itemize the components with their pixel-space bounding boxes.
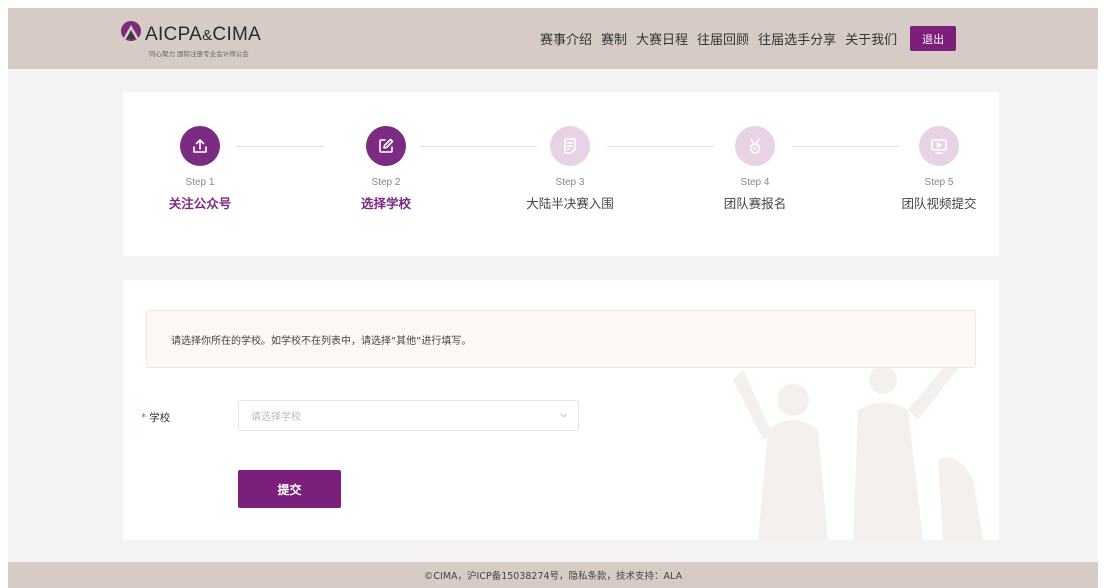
step-3-number: Step 3 bbox=[555, 177, 585, 188]
step-3: Step 3 大陆半决赛入围 bbox=[510, 126, 630, 212]
step-2-label: 选择学校 bbox=[360, 196, 411, 211]
nav-item-format[interactable]: 赛制 bbox=[601, 29, 627, 48]
edit-icon bbox=[366, 126, 406, 166]
step-4-label: 团队赛报名 bbox=[723, 196, 787, 211]
page-frame: AICPA&CIMA 同心聚力 国际注册专业会计师公会 赛事介绍 赛制 大赛日程… bbox=[8, 8, 1098, 588]
step-2-number: Step 2 bbox=[371, 177, 401, 188]
step-1-label: 关注公众号 bbox=[168, 196, 232, 211]
main-nav: 赛事介绍 赛制 大赛日程 往届回顾 往届选手分享 关于我们 退出 bbox=[540, 26, 957, 51]
nav-item-review[interactable]: 往届回顾 bbox=[697, 29, 749, 48]
school-select-placeholder: 请选择学校 bbox=[251, 412, 301, 423]
top-header: AICPA&CIMA 同心聚力 国际注册专业会计师公会 赛事介绍 赛制 大赛日程… bbox=[8, 8, 1098, 69]
upload-icon bbox=[180, 126, 220, 166]
brand-logo[interactable]: AICPA&CIMA 同心聚力 国际注册专业会计师公会 bbox=[120, 20, 320, 60]
step-3-label: 大陆半决赛入围 bbox=[526, 196, 614, 211]
school-notice: 请选择你所在的学校。如学校不在列表中，请选择“其他”进行填写。 bbox=[146, 310, 976, 368]
nav-item-past-players[interactable]: 往届选手分享 bbox=[758, 29, 836, 48]
step-2: Step 2 选择学校 bbox=[326, 126, 446, 212]
nav-item-intro[interactable]: 赛事介绍 bbox=[540, 29, 592, 48]
svg-text:84: 84 bbox=[752, 146, 758, 151]
step-1-number: Step 1 bbox=[185, 177, 215, 188]
video-icon bbox=[919, 126, 959, 166]
step-4: 84 Step 4 团队赛报名 bbox=[695, 126, 815, 212]
medal-icon: 84 bbox=[735, 126, 775, 166]
steps-card: Step 1 关注公众号 Step 2 选择学校 Step 3 大陆半决赛入围 bbox=[123, 92, 999, 256]
document-icon bbox=[550, 126, 590, 166]
school-field-label: * 学校 bbox=[141, 410, 170, 425]
submit-button[interactable]: 提交 bbox=[238, 470, 341, 508]
required-mark: * bbox=[141, 412, 147, 424]
logo-mark-icon bbox=[121, 21, 141, 41]
step-5: Step 5 团队视频提交 bbox=[879, 126, 999, 212]
brand-name: AICPA&CIMA bbox=[145, 24, 262, 45]
chevron-down-icon bbox=[560, 413, 567, 418]
school-form-card: 请选择你所在的学校。如学校不在列表中，请选择“其他”进行填写。 * 学校 请选择学… bbox=[123, 280, 999, 540]
school-select[interactable]: 请选择学校 bbox=[238, 400, 579, 431]
school-label-text: 学校 bbox=[149, 412, 171, 424]
footer-text: ©CIMA，沪ICP备15038274号，隐私条款，技术支持：ALA bbox=[423, 571, 683, 582]
logout-button[interactable]: 退出 bbox=[910, 26, 957, 51]
nav-item-about[interactable]: 关于我们 bbox=[845, 29, 897, 48]
brand-tagline: 同心聚力 国际注册专业会计师公会 bbox=[149, 50, 249, 58]
page-footer: ©CIMA，沪ICP备15038274号，隐私条款，技术支持：ALA bbox=[8, 562, 1098, 588]
step-4-number: Step 4 bbox=[740, 177, 770, 188]
step-1: Step 1 关注公众号 bbox=[140, 126, 260, 212]
nav-item-schedule[interactable]: 大赛日程 bbox=[636, 29, 688, 48]
step-5-number: Step 5 bbox=[924, 177, 954, 188]
background-illustration bbox=[733, 350, 983, 540]
step-5-label: 团队视频提交 bbox=[901, 196, 977, 211]
